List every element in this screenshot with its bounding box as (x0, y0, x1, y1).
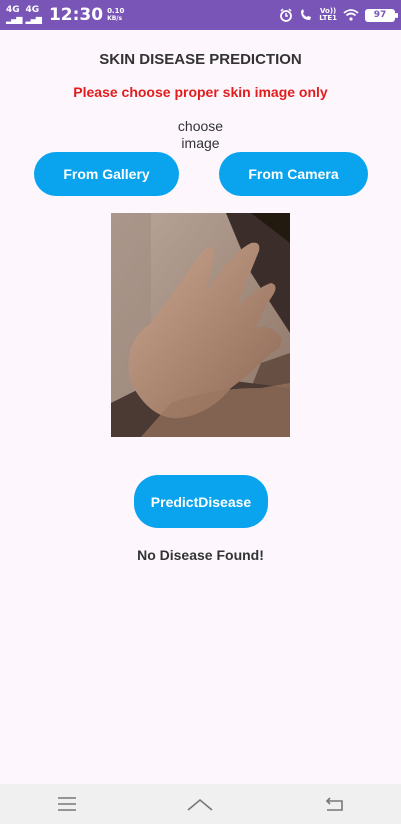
system-nav-bar (0, 784, 401, 824)
from-gallery-button[interactable]: From Gallery (34, 152, 179, 196)
net-speed-value: 0.10 (107, 7, 125, 15)
battery-indicator: 97 (365, 8, 398, 22)
selected-skin-image (111, 213, 290, 437)
net-speed: 0.10 KB/s (107, 7, 125, 23)
net-speed-unit: KB/s (107, 15, 123, 22)
from-camera-button[interactable]: From Camera (219, 152, 368, 196)
menu-button[interactable] (47, 789, 87, 819)
home-button[interactable] (180, 789, 220, 819)
back-icon (326, 797, 343, 811)
sim2-signal-icon: 4G ▂▄▆ (25, 5, 42, 25)
prediction-result: No Disease Found! (137, 547, 264, 563)
choose-image-line2: image (181, 135, 220, 151)
sim1-signal-icon: 4G ▂▄▆ (6, 5, 23, 25)
page-title: SKIN DISEASE PREDICTION (99, 51, 302, 68)
wifi-call-icon (301, 9, 312, 20)
choose-image-label: choose image (0, 118, 401, 152)
status-bar: 4G ▂▄▆ 4G ▂▄▆ 12:30 0.10 KB/s Vo)) LTE1 … (0, 0, 401, 30)
volte-indicator: Vo)) LTE1 (319, 8, 337, 22)
back-button[interactable] (314, 789, 354, 819)
predict-disease-button[interactable]: Predict Disease (134, 475, 268, 528)
warning-message: Please choose proper skin image only (73, 84, 328, 100)
sim1-type: 4G (6, 5, 20, 15)
volte-bottom: LTE1 (319, 14, 337, 22)
status-time: 12:30 (48, 5, 104, 25)
home-icon (187, 798, 213, 811)
alarm-icon (280, 8, 293, 22)
predict-label-line1: Predict (150, 493, 199, 510)
battery-level: 97 (373, 10, 387, 20)
predict-label-line2: Disease (198, 493, 252, 510)
sim2-type: 4G (25, 5, 40, 15)
menu-icon (57, 797, 76, 811)
wifi-icon (343, 9, 359, 21)
choose-image-line1: choose (177, 118, 224, 134)
